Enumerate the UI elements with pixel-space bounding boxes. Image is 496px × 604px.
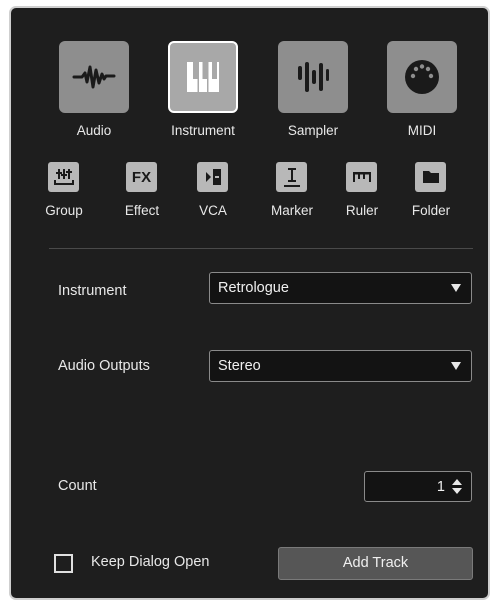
track-type-vca[interactable]: VCA <box>188 162 238 218</box>
count-value: 1 <box>436 479 445 495</box>
keep-dialog-open-label: Keep Dialog Open <box>91 554 210 570</box>
instrument-value: Retrologue <box>218 280 289 296</box>
piano-keys-icon <box>168 41 238 113</box>
count-label: Count <box>58 478 97 494</box>
track-type-label: VCA <box>199 203 227 218</box>
track-type-label: Sampler <box>287 123 339 138</box>
midi-plug-icon <box>387 41 457 113</box>
track-type-midi[interactable]: MIDI <box>387 41 457 138</box>
fx-glyph: FX <box>131 168 152 186</box>
track-type-folder[interactable]: Folder <box>406 162 456 218</box>
track-type-label: Instrument <box>171 123 235 138</box>
count-stepper[interactable]: 1 <box>364 471 472 502</box>
audio-waveform-icon <box>59 41 129 113</box>
track-type-marker[interactable]: Marker <box>267 162 317 218</box>
marker-icon <box>276 162 307 192</box>
keep-dialog-open-checkbox[interactable] <box>54 554 73 573</box>
track-type-label: Ruler <box>345 203 379 218</box>
add-track-button[interactable]: Add Track <box>278 547 473 580</box>
track-type-label: Marker <box>270 203 313 218</box>
add-track-dialog: Audio Instrument Sampler MIDI Group FX E… <box>9 6 490 600</box>
stepper-up-icon[interactable] <box>452 479 462 485</box>
vca-icon <box>197 162 228 192</box>
audio-outputs-dropdown[interactable]: Stereo <box>209 350 472 382</box>
folder-icon <box>415 162 446 192</box>
track-type-group[interactable]: Group <box>39 162 89 218</box>
audio-outputs-label: Audio Outputs <box>58 358 150 374</box>
instrument-label: Instrument <box>58 283 127 299</box>
audio-outputs-value: Stereo <box>218 358 261 374</box>
fx-icon: FX <box>126 162 157 192</box>
track-type-ruler[interactable]: Ruler <box>337 162 387 218</box>
track-type-sampler[interactable]: Sampler <box>278 41 348 138</box>
stepper-down-icon[interactable] <box>452 488 462 494</box>
track-type-label: Audio <box>76 123 112 138</box>
track-type-label: Folder <box>411 203 451 218</box>
section-divider <box>49 248 473 249</box>
chevron-down-icon <box>451 362 461 370</box>
ruler-icon <box>346 162 377 192</box>
track-type-label: MIDI <box>407 123 437 138</box>
track-type-instrument[interactable]: Instrument <box>168 41 238 138</box>
track-type-effect[interactable]: FX Effect <box>117 162 167 218</box>
instrument-dropdown[interactable]: Retrologue <box>209 272 472 304</box>
track-type-audio[interactable]: Audio <box>59 41 129 138</box>
group-icon <box>48 162 79 192</box>
sampler-bars-icon <box>278 41 348 113</box>
chevron-down-icon <box>451 284 461 292</box>
track-type-label: Effect <box>124 203 160 218</box>
track-type-label: Group <box>45 203 83 218</box>
